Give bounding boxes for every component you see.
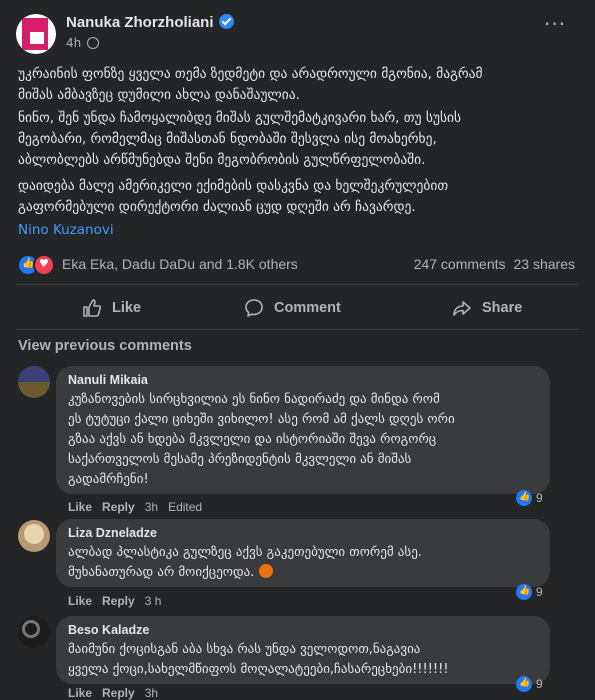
commenter-name[interactable]: Liza Dzneladze xyxy=(68,526,538,540)
reaction-names[interactable]: Eka Eka, Dadu DaDu and 1.8K others xyxy=(62,256,298,272)
comment-actions: Like Reply 3 h xyxy=(68,594,171,608)
post-meta: 4h xyxy=(66,36,100,50)
like-label: Like xyxy=(112,300,142,316)
comment-icon xyxy=(245,299,263,317)
author-avatar[interactable] xyxy=(16,14,56,54)
reaction-count: 9 xyxy=(536,585,543,599)
author-name[interactable]: Nanuka Zhorzholiani xyxy=(66,14,214,31)
comment-text: კუზანოვების სირცხვილია ეს ნინო ნადირაძე … xyxy=(68,390,538,490)
comment-bubble: Nanuli Mikaia კუზანოვების სირცხვილია ეს … xyxy=(56,366,550,494)
comment-line: კუზანოვების სირცხვილია ეს ნინო ნადირაძე … xyxy=(68,392,440,407)
comment-reply-button[interactable]: Reply xyxy=(102,686,135,700)
comment-line: საქართველოს მესამე პრეზიდენტის მკვლელი ა… xyxy=(68,452,412,467)
commenter-name[interactable]: Nanuli Mikaia xyxy=(68,373,538,387)
post-line: აბლობლებს არწმუნებდა შენი მეგობრობის გულ… xyxy=(18,152,426,168)
comment-line: გზაა აქვს ან ხდება მკვლელი და ისტორიაში … xyxy=(68,432,437,447)
comment-reaction[interactable]: 9 xyxy=(516,490,543,506)
shares-count[interactable]: 23 shares xyxy=(514,256,575,272)
reaction-count: 9 xyxy=(536,491,543,505)
post-line: გაფორმებული დირექტორი ძალიან ცუდ დღეში ა… xyxy=(18,199,416,215)
view-previous-comments[interactable]: View previous comments xyxy=(18,338,192,354)
edited-label: Edited xyxy=(168,500,203,514)
comment-actions: Like Reply 3h Edited xyxy=(68,500,212,514)
love-reaction-icon xyxy=(33,254,55,276)
comment-text: მაიმუნი ქოცისგან აბა სხვა რას უნდა ველოდ… xyxy=(68,640,538,680)
comment-line: ეს ტუტუცი ქალი ციხეში ვიხილო! ასე რომ ამ… xyxy=(68,412,455,427)
angry-emoji-icon xyxy=(258,564,273,578)
more-icon[interactable]: ··· xyxy=(544,12,566,36)
commenter-avatar[interactable] xyxy=(18,616,50,648)
post-time[interactable]: 4h xyxy=(66,36,81,50)
comment-reply-button[interactable]: Reply xyxy=(102,500,135,514)
like-reaction-icon xyxy=(516,676,532,692)
comment-line: ყველა ქოცი,სახელმწიფოს მოღალატეები,ჩასარ… xyxy=(68,662,449,677)
reaction-count: 9 xyxy=(536,677,543,691)
post-paragraph-3: დაიდება მალე ამერიკელი ექიმების დასკვნა … xyxy=(18,176,578,218)
comment-label: Comment xyxy=(274,300,341,316)
comment-reply-button[interactable]: Reply xyxy=(102,594,135,608)
comment-like-button[interactable]: Like xyxy=(68,594,92,608)
comment-reaction[interactable]: 9 xyxy=(516,676,543,692)
post-line: მეგობარი, რომელმაც მიშასთან ნდობაში შესვ… xyxy=(18,131,437,147)
post-line: მიშას ამბავზეც დუმილი ახლა დანაშაულია. xyxy=(18,87,300,103)
globe-icon xyxy=(87,37,100,49)
comment-time[interactable]: 3h xyxy=(145,500,158,514)
tagged-user-link[interactable]: Nino Kuzanovi xyxy=(18,220,578,241)
comment-text: ალბად პლასტიკა გულზეც აქვს გაკეთებული თო… xyxy=(68,543,538,583)
divider xyxy=(16,329,579,330)
like-reaction-icon xyxy=(516,584,532,600)
like-icon xyxy=(83,299,102,317)
comment-line: მაიმუნი ქოცისგან აბა სხვა რას უნდა ველოდ… xyxy=(68,642,421,657)
post-counts: 247 comments 23 shares xyxy=(406,256,575,272)
comment-like-button[interactable]: Like xyxy=(68,500,92,514)
comment-time[interactable]: 3 h xyxy=(145,594,162,608)
comment-button[interactable]: Comment xyxy=(244,296,341,320)
post-line: ნინო, შენ უნდა ჩამოყალიბდე მიშას გულშემა… xyxy=(18,110,462,126)
commenter-name[interactable]: Beso Kaladze xyxy=(68,623,538,637)
verified-badge-icon xyxy=(218,14,234,29)
like-reaction-icon xyxy=(516,490,532,506)
share-button[interactable]: Share xyxy=(452,296,522,320)
comments-count[interactable]: 247 comments xyxy=(414,256,506,272)
post-line: დაიდება მალე ამერიკელი ექიმების დასკვნა … xyxy=(18,178,449,194)
comment-bubble: Beso Kaladze მაიმუნი ქოცისგან აბა სხვა რ… xyxy=(56,616,550,684)
post-paragraph-2: ნინო, შენ უნდა ჩამოყალიბდე მიშას გულშემა… xyxy=(18,108,578,171)
comment-line: გადამრჩენი! xyxy=(68,472,149,487)
comment-bubble: Liza Dzneladze ალბად პლასტიკა გულზეც აქვ… xyxy=(56,519,550,587)
like-button[interactable]: Like xyxy=(82,296,141,320)
post-line: უკრაინის ფონზე ყველა თემა ზედმეტი და არა… xyxy=(18,66,483,82)
comment-actions: Like Reply 3h xyxy=(68,686,168,700)
share-icon xyxy=(453,301,471,316)
divider xyxy=(16,284,579,285)
commenter-avatar[interactable] xyxy=(18,366,50,398)
comment-like-button[interactable]: Like xyxy=(68,686,92,700)
comment-reaction[interactable]: 9 xyxy=(516,584,543,600)
comment-time[interactable]: 3h xyxy=(145,686,158,700)
author-name-row: Nanuka Zhorzholiani xyxy=(66,14,234,31)
commenter-avatar[interactable] xyxy=(18,520,50,552)
post-paragraph-1: უკრაინის ფონზე ყველა თემა ზედმეტი და არა… xyxy=(18,64,578,106)
share-label: Share xyxy=(482,300,523,316)
comment-line: მუხანათურად არ მოიქცეოდა. xyxy=(68,563,538,583)
comment-line: ალბად პლასტიკა გულზეც აქვს გაკეთებული თო… xyxy=(68,545,422,560)
